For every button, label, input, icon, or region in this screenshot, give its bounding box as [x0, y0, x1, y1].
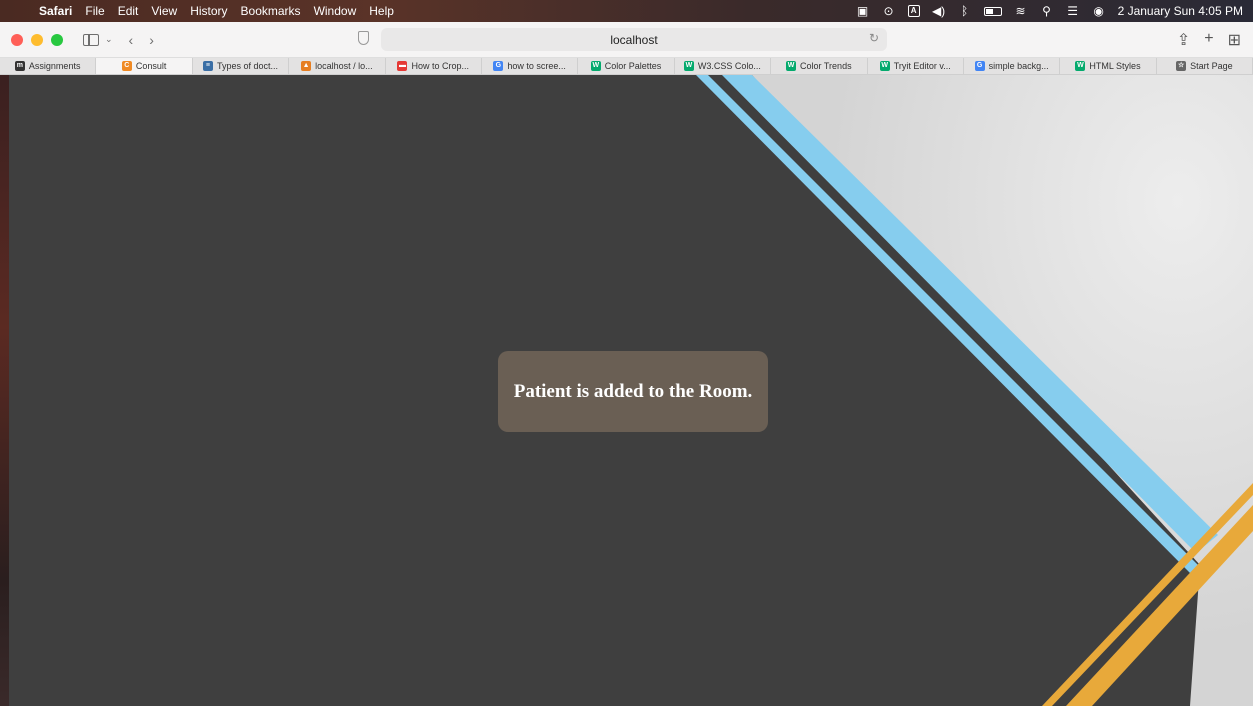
menu-help[interactable]: Help	[369, 4, 394, 18]
tab-overview-icon[interactable]: ⊞	[1228, 30, 1241, 50]
menu-bar: Safari File Edit View History Bookmarks …	[0, 0, 1253, 22]
tab-favicon-icon: ≡	[202, 61, 213, 71]
page-content: Patient is added to the Room.	[0, 75, 1253, 706]
menu-datetime[interactable]: 2 January Sun 4:05 PM	[1118, 4, 1243, 18]
minimize-window-button[interactable]	[31, 33, 43, 46]
spotlight-search-icon[interactable]: ⚲	[1040, 4, 1054, 18]
volume-icon[interactable]: ◀)	[932, 4, 946, 18]
tab-favicon-icon: W	[1075, 61, 1086, 71]
tab-2[interactable]: ≡ Types of doct...	[193, 58, 290, 74]
menu-view[interactable]: View	[151, 4, 177, 18]
tab-8[interactable]: W Color Trends	[771, 58, 868, 74]
tab-5[interactable]: Ghow to scree...	[482, 58, 579, 74]
close-window-button[interactable]	[11, 33, 23, 46]
tab-label: Consult	[135, 61, 167, 71]
control-center-icon[interactable]: ☰	[1066, 4, 1080, 18]
tab-label: localhost / lo...	[315, 61, 373, 71]
chevron-down-icon[interactable]: ⌄	[105, 34, 113, 45]
menu-bookmarks[interactable]: Bookmarks	[241, 4, 301, 18]
tab-label: Assignments	[28, 61, 81, 71]
address-bar[interactable]: localhost ↻	[381, 28, 887, 51]
menu-edit[interactable]: Edit	[118, 4, 139, 18]
tab-1[interactable]: C Consult	[96, 58, 193, 74]
menu-app-name[interactable]: Safari	[39, 4, 72, 18]
tab-favicon-icon: ▬	[397, 61, 408, 71]
tab-favicon-icon: C	[121, 61, 132, 71]
tab-favicon-icon: m	[14, 61, 25, 71]
reload-icon[interactable]: ↻	[869, 31, 879, 45]
sidebar-toggle-icon[interactable]	[83, 33, 99, 46]
record-icon[interactable]: ⊙	[882, 4, 896, 18]
menu-file[interactable]: File	[85, 4, 104, 18]
tab-6[interactable]: W Color Palettes	[578, 58, 675, 74]
tab-favicon-icon: ☆	[1176, 61, 1187, 71]
tab-favicon-icon: W	[879, 61, 890, 71]
tab-7[interactable]: W W3.CSS Colo...	[675, 58, 772, 74]
tab-9[interactable]: W Tryit Editor v...	[868, 58, 964, 74]
tab-label: How to Crop...	[411, 61, 470, 71]
zoom-window-button[interactable]	[51, 33, 63, 46]
input-source-icon[interactable]: A	[907, 5, 920, 17]
tab-bar: m Assignments C Consult ≡ Types of doct... ▲ lo…	[0, 58, 1253, 75]
back-button[interactable]: ‹	[129, 32, 134, 48]
siri-icon[interactable]: ◉	[1092, 4, 1106, 18]
tab-label: how to scree...	[507, 61, 566, 71]
tab-label: Color Palettes	[604, 61, 662, 71]
tab-favicon-icon: ▲	[301, 61, 312, 71]
window-controls	[0, 33, 63, 46]
tab-favicon-icon: G	[974, 61, 985, 71]
tab-3[interactable]: ▲ localhost / lo...	[289, 58, 386, 74]
tab-10[interactable]: Gsimple backg...	[964, 58, 1061, 74]
left-edge-strip	[0, 75, 9, 706]
notification-toast: Patient is added to the Room.	[498, 351, 768, 432]
privacy-shield-icon[interactable]	[358, 31, 369, 45]
tab-label: Tryit Editor v...	[893, 61, 951, 71]
share-icon[interactable]: ⇪	[1177, 30, 1190, 50]
tab-12[interactable]: ☆ Start Page	[1157, 58, 1253, 74]
tab-favicon-icon: W	[683, 61, 694, 71]
tab-4[interactable]: ▬ How to Crop...	[386, 58, 482, 74]
tab-0[interactable]: m Assignments	[0, 58, 97, 74]
menu-window[interactable]: Window	[314, 4, 357, 18]
tab-label: W3.CSS Colo...	[697, 61, 761, 71]
tab-favicon-icon: G	[493, 61, 504, 71]
wifi-icon[interactable]: ≋	[1014, 4, 1028, 18]
address-text: localhost	[610, 32, 658, 47]
browser-toolbar: ⌄ ‹ › localhost ↻ ⇪ + ⊞	[0, 22, 1253, 58]
forward-button[interactable]: ›	[149, 32, 154, 48]
tab-11[interactable]: W HTML Styles	[1060, 58, 1157, 74]
tab-label: Types of doct...	[216, 61, 278, 71]
tab-label: HTML Styles	[1089, 61, 1141, 71]
bluetooth-icon[interactable]: ᛒ	[958, 4, 972, 18]
tab-label: Start Page	[1190, 61, 1233, 71]
battery-icon[interactable]	[983, 6, 1002, 16]
menu-history[interactable]: History	[190, 4, 227, 18]
tab-favicon-icon: W	[590, 61, 601, 71]
toast-message: Patient is added to the Room.	[513, 380, 753, 402]
tab-label: Color Trends	[800, 61, 852, 71]
tab-favicon-icon: W	[786, 61, 797, 71]
new-tab-button[interactable]: +	[1204, 30, 1213, 50]
tab-label: simple backg...	[988, 61, 1049, 71]
screen-share-icon[interactable]: ▣	[856, 4, 870, 18]
